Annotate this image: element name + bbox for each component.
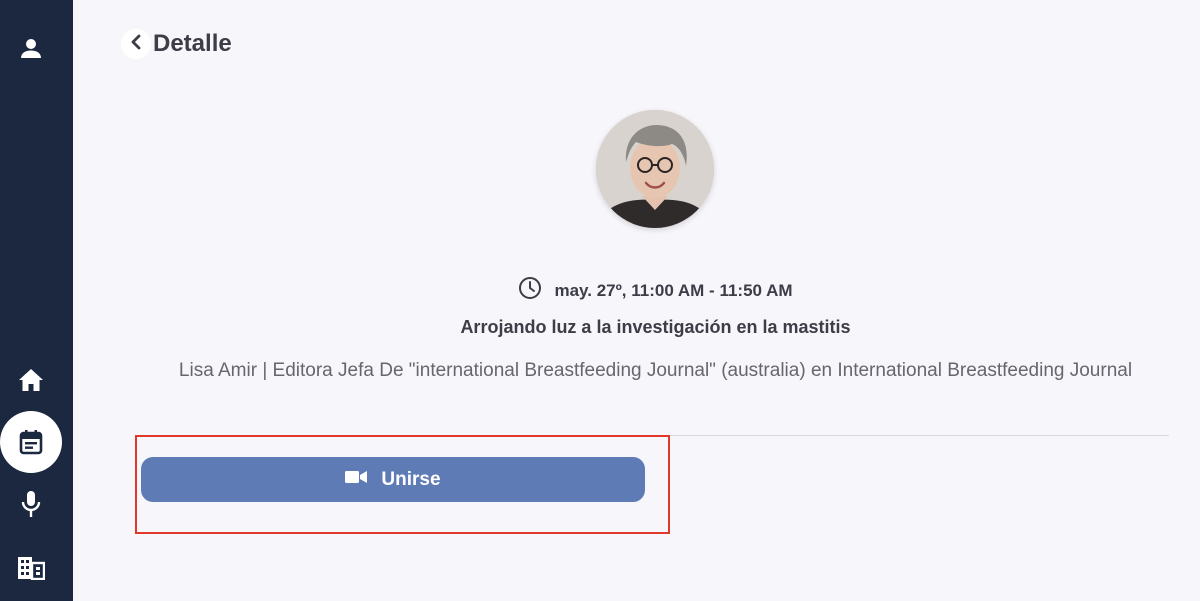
calendar-icon	[19, 429, 43, 455]
page-title: Detalle	[153, 30, 232, 57]
speaker-info: Lisa Amir | Editora Jefa De "internation…	[178, 360, 1133, 381]
clock-icon	[518, 276, 554, 305]
chevron-left-icon	[129, 34, 143, 55]
building-icon	[17, 556, 45, 580]
session-time-text: may. 27º, 11:00 AM - 11:50 AM	[554, 280, 793, 300]
sidebar-item-speakers[interactable]	[0, 473, 62, 535]
sidebar-item-profile[interactable]	[0, 17, 62, 79]
session-time: may. 27º, 11:00 AM - 11:50 AM	[73, 276, 1200, 305]
session-title: Arrojando luz a la investigación en la m…	[460, 317, 851, 337]
video-camera-icon	[345, 469, 381, 490]
speaker-avatar	[596, 110, 714, 228]
join-label: Unirse	[381, 468, 441, 490]
join-button[interactable]: Unirse	[141, 457, 645, 502]
sidebar	[0, 0, 73, 601]
page-header: Detalle	[121, 26, 232, 62]
event-detail: Detalle may. 27º, 11:00 AM - 11:50 AM Ar…	[73, 0, 1200, 601]
back-button[interactable]	[121, 29, 151, 59]
sidebar-item-home[interactable]	[0, 349, 62, 411]
sidebar-item-agenda[interactable]	[0, 411, 62, 473]
home-icon	[18, 368, 44, 392]
user-icon	[19, 36, 43, 60]
sidebar-item-exhibitors[interactable]	[0, 537, 62, 599]
microphone-icon	[20, 490, 42, 518]
